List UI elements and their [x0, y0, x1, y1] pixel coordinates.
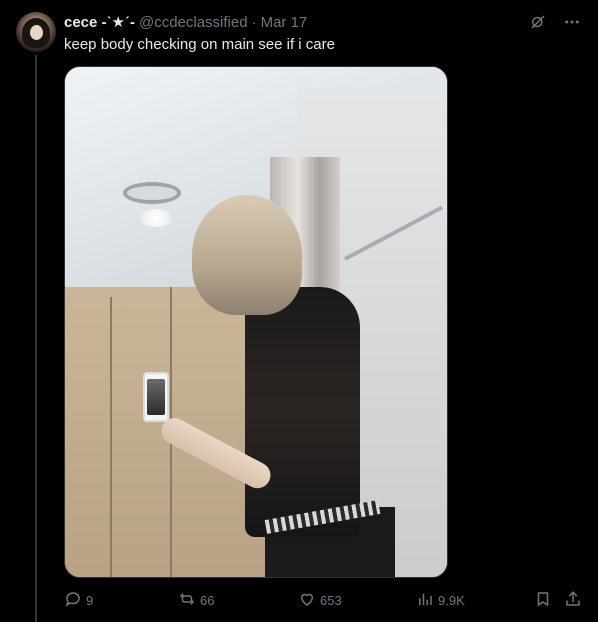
reply-button[interactable]: 9: [64, 590, 93, 611]
grok-icon[interactable]: [528, 12, 548, 32]
photo-closet-seam: [110, 297, 112, 577]
more-icon[interactable]: [562, 12, 582, 32]
photo-person-body: [245, 287, 360, 537]
repost-button[interactable]: 66: [178, 590, 214, 611]
avatar-face: [30, 25, 43, 40]
share-button[interactable]: [564, 590, 582, 611]
heart-icon: [298, 590, 316, 611]
repost-count: 66: [200, 592, 215, 608]
like-button[interactable]: 653: [298, 590, 342, 611]
views-count: 9.9K: [438, 592, 465, 608]
share-icon: [564, 590, 582, 611]
user-handle[interactable]: @ccdeclassified: [139, 14, 248, 31]
views-button[interactable]: 9.9K: [416, 590, 465, 611]
views-icon: [416, 590, 434, 611]
tweet-actions: 9 66 653 9.9K: [64, 588, 584, 612]
bookmark-button[interactable]: [534, 590, 552, 611]
photo-person-hair: [192, 195, 302, 315]
tweet-header: cece -ˋ★ˊ- @ccdeclassified · Mar 17: [64, 12, 307, 32]
reply-icon: [64, 590, 82, 611]
bookmark-icon: [534, 590, 552, 611]
tweet[interactable]: cece -ˋ★ˊ- @ccdeclassified · Mar 17 keep…: [0, 0, 598, 622]
reply-count: 9: [86, 592, 94, 608]
repost-icon: [178, 590, 196, 611]
tweet-photo[interactable]: [64, 66, 448, 578]
photo-phone-screen: [147, 379, 165, 415]
like-count: 653: [320, 592, 342, 608]
avatar[interactable]: [16, 12, 56, 52]
thread-line: [35, 55, 37, 622]
photo-lamp-glow: [140, 209, 172, 227]
top-actions: [528, 12, 582, 32]
photo-ceiling-lamp: [123, 182, 181, 204]
tweet-date[interactable]: Mar 17: [261, 14, 308, 31]
display-name[interactable]: cece -ˋ★ˊ-: [64, 13, 135, 31]
tweet-text: keep body checking on main see if i care: [64, 36, 335, 53]
header-separator: ·: [251, 13, 257, 31]
